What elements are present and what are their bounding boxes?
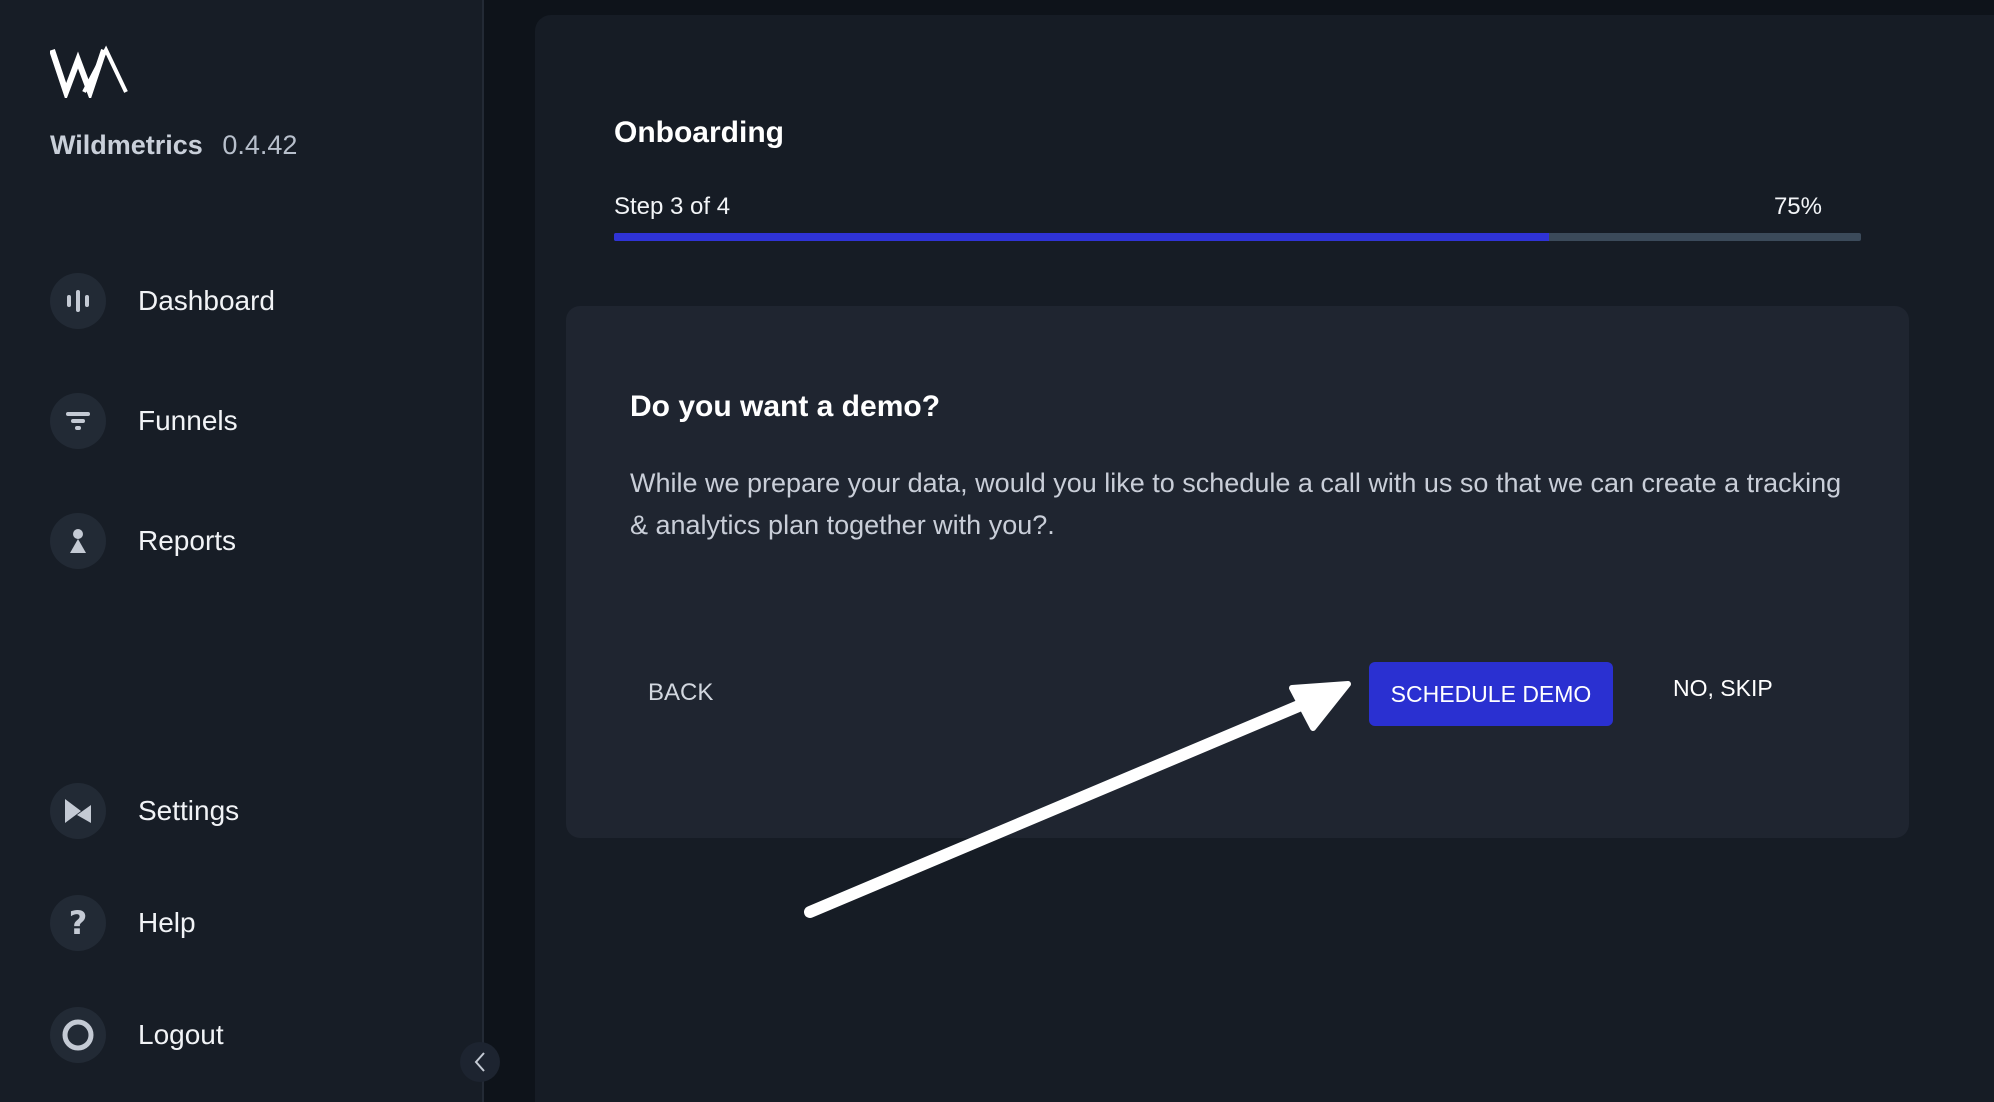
nav-item-logout[interactable]: Logout <box>50 1006 430 1064</box>
bar-chart-icon <box>50 273 106 329</box>
nav-label-logout: Logout <box>138 1019 224 1050</box>
chevron-left-icon <box>474 1052 485 1072</box>
nav-label-settings: Settings <box>138 795 240 826</box>
person-icon <box>50 513 106 569</box>
page-title: Onboarding <box>614 116 784 149</box>
svg-text:?: ? <box>69 906 88 940</box>
nav-item-dashboard[interactable]: Dashboard <box>50 272 430 330</box>
wildmetrics-logo <box>50 45 128 98</box>
nav-item-settings[interactable]: Settings <box>50 782 430 840</box>
nav-label-help: Help <box>138 907 196 938</box>
circle-icon <box>50 1007 106 1063</box>
collapse-sidebar-button[interactable] <box>460 1042 500 1082</box>
nav-label-reports: Reports <box>138 525 237 556</box>
brand-name: Wildmetrics <box>50 130 203 160</box>
sidebar: Wildmetrics 0.4.42 Dashboard Funnels Rep… <box>0 0 500 1102</box>
card-body: While we prepare your data, would you li… <box>630 468 1842 540</box>
funnel-icon <box>50 393 106 449</box>
progress-bar <box>614 233 1861 241</box>
skip-button[interactable]: NO, SKIP <box>1655 656 1791 720</box>
nav-item-reports[interactable]: Reports <box>50 512 430 570</box>
app-version: 0.4.42 <box>222 130 298 160</box>
progress-fill <box>614 233 1550 241</box>
nav-item-help[interactable]: ? Help <box>50 894 430 952</box>
demo-card: Do you want a demo? While we prepare you… <box>566 306 1909 838</box>
brand: Wildmetrics 0.4.42 <box>50 130 297 161</box>
back-button[interactable]: BACK <box>630 663 731 723</box>
schedule-demo-button[interactable]: SCHEDULE DEMO <box>1369 662 1613 726</box>
nav-label-funnels: Funnels <box>138 405 238 436</box>
step-indicator: Step 3 of 4 <box>614 193 731 220</box>
nav-label-dashboard: Dashboard <box>138 285 275 316</box>
card-title: Do you want a demo? <box>630 390 941 423</box>
settings-flag-icon <box>50 783 106 839</box>
progress-percent: 75% <box>1773 193 1822 220</box>
question-icon: ? <box>50 895 106 951</box>
nav-item-funnels[interactable]: Funnels <box>50 392 430 450</box>
main-panel: Onboarding Step 3 of 4 75% Do you want a… <box>535 15 1994 1102</box>
